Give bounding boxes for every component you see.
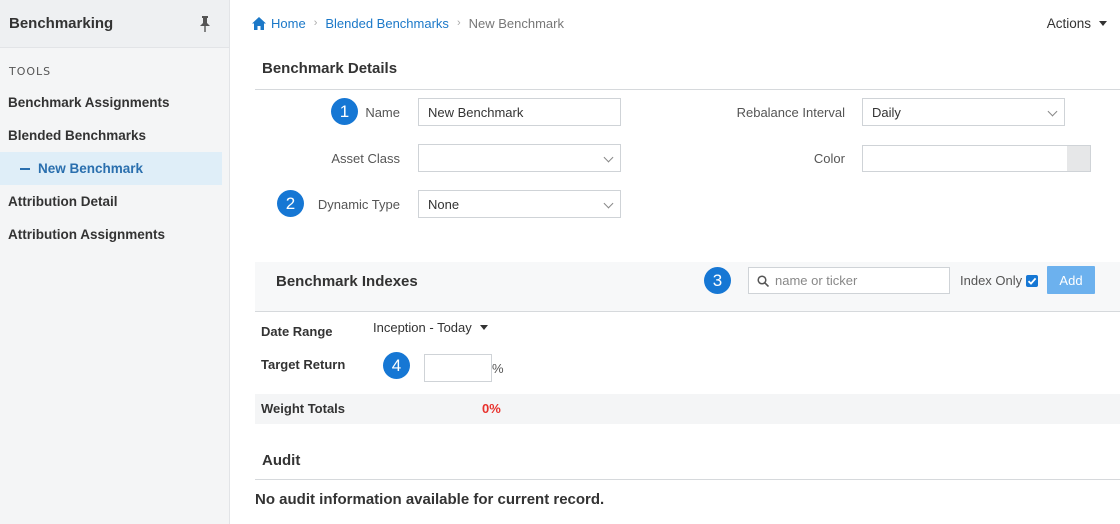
topbar: Home › Blended Benchmarks › New Benchmar…: [231, 0, 1120, 46]
weight-totals-label: Weight Totals: [261, 401, 346, 416]
chevron-right-icon: ›: [313, 17, 318, 29]
asset-class-select[interactable]: [418, 144, 621, 172]
home-icon: [252, 16, 266, 30]
weight-totals-value: 0%: [482, 401, 501, 416]
checkmark-icon: [1028, 277, 1037, 285]
chevron-right-icon: ›: [456, 17, 461, 29]
index-only-label: Index Only: [960, 273, 1023, 288]
benchmark-details-title: Benchmark Details: [255, 60, 1120, 90]
benchmark-indexes-title: Benchmark Indexes: [276, 273, 418, 290]
color-label: Color: [813, 151, 845, 166]
sidebar-header: Benchmarking: [0, 0, 229, 48]
sidebar-item-new-benchmark[interactable]: New Benchmark: [0, 152, 222, 185]
sidebar-item-blended-benchmarks[interactable]: Blended Benchmarks: [0, 119, 229, 152]
sidebar-item-label: Benchmark Assignments: [8, 95, 170, 110]
audit-title: Audit: [255, 452, 1120, 480]
sidebar-item-label: Attribution Assignments: [8, 227, 165, 242]
search-icon: [757, 274, 769, 287]
sidebar-item-label: New Benchmark: [38, 161, 144, 176]
search-placeholder: name or ticker: [775, 273, 858, 288]
rebalance-interval-select[interactable]: Daily: [862, 98, 1065, 126]
rebalance-interval-label: Rebalance Interval: [736, 105, 845, 120]
rebalance-interval-value: Daily: [872, 104, 901, 120]
index-only-toggle[interactable]: Index Only: [960, 273, 1039, 288]
asset-class-label: Asset Class: [331, 151, 400, 166]
color-picker-button[interactable]: [1067, 145, 1091, 172]
target-return-label: Target Return: [261, 357, 346, 372]
sidebar-item-attribution-assignments[interactable]: Attribution Assignments: [0, 218, 229, 251]
percent-symbol: %: [492, 361, 504, 376]
dynamic-type-label: Dynamic Type: [317, 197, 400, 212]
breadcrumb: Home › Blended Benchmarks › New Benchmar…: [252, 16, 564, 31]
date-range-dropdown[interactable]: Inception - Today: [373, 320, 488, 335]
breadcrumb-current: New Benchmark: [468, 15, 564, 31]
sidebar-title: Benchmarking: [9, 15, 114, 32]
sidebar: Benchmarking TOOLS Benchmark Assignments…: [0, 0, 230, 524]
step-badge-4: 4: [383, 352, 410, 379]
dynamic-type-value: None: [428, 196, 460, 212]
chevron-down-icon: [603, 152, 614, 163]
target-return-input[interactable]: [424, 354, 492, 382]
date-range-value: Inception - Today: [373, 320, 472, 335]
step-badge-3: 3: [704, 267, 731, 294]
sidebar-item-benchmark-assignments[interactable]: Benchmark Assignments: [0, 86, 229, 119]
caret-down-icon: [479, 325, 488, 330]
chevron-down-icon: [603, 198, 614, 209]
name-label: Name: [365, 105, 400, 120]
index-only-checkbox[interactable]: [1026, 274, 1039, 287]
weight-totals-row: [255, 394, 1120, 424]
dash-icon: [20, 167, 30, 170]
color-input[interactable]: [862, 145, 1068, 172]
breadcrumb-home-label: Home: [271, 15, 306, 31]
add-button[interactable]: Add: [1047, 266, 1095, 294]
indexes-divider: [255, 311, 1120, 312]
sidebar-item-label: Attribution Detail: [8, 194, 118, 209]
caret-down-icon: [1099, 20, 1107, 26]
sidebar-item-attribution-detail[interactable]: Attribution Detail: [0, 185, 229, 218]
index-search-input[interactable]: name or ticker: [748, 267, 950, 294]
actions-menu[interactable]: Actions: [1047, 16, 1107, 31]
name-input[interactable]: New Benchmark: [418, 98, 621, 126]
chevron-down-icon: [1047, 106, 1058, 117]
sidebar-item-label: Blended Benchmarks: [8, 128, 147, 143]
dynamic-type-select[interactable]: None: [418, 190, 621, 218]
audit-message: No audit information available for curre…: [255, 491, 605, 508]
pin-icon[interactable]: [199, 15, 211, 32]
actions-label: Actions: [1046, 15, 1091, 31]
sidebar-section-tools: TOOLS: [9, 65, 52, 78]
date-range-label: Date Range: [261, 324, 333, 339]
breadcrumb-parent[interactable]: Blended Benchmarks: [325, 16, 449, 31]
breadcrumb-home[interactable]: Home: [252, 16, 306, 31]
